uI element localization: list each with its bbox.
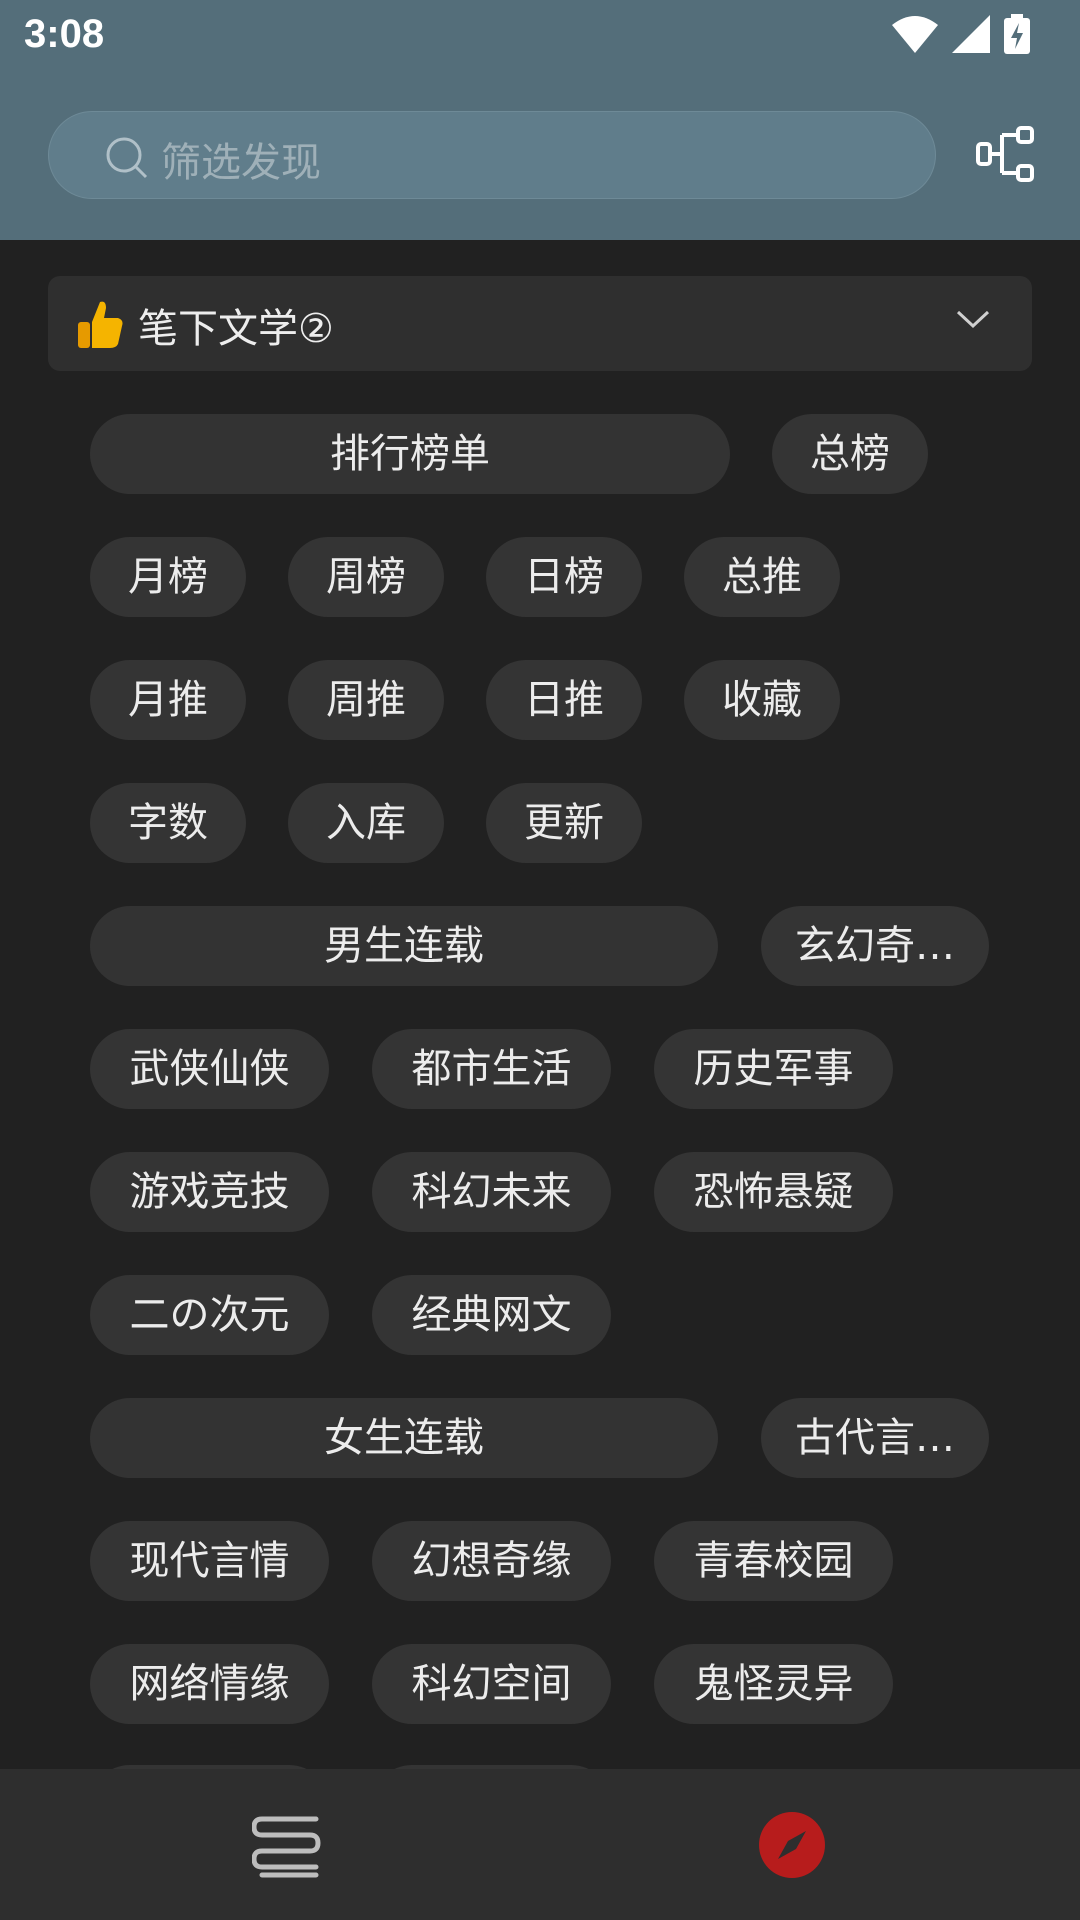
chip[interactable]: 玄幻奇… <box>761 906 989 986</box>
chip[interactable]: 总榜 <box>772 414 928 494</box>
chip[interactable]: 青春校园 <box>654 1521 893 1601</box>
chip[interactable]: 鬼怪灵异 <box>654 1644 893 1724</box>
source-title: 笔下文学② <box>138 306 334 352</box>
chip[interactable]: 恐怖悬疑 <box>654 1152 893 1232</box>
chip[interactable]: 总推 <box>684 537 840 617</box>
chip[interactable]: 日推 <box>486 660 642 740</box>
chip[interactable]: 历史军事 <box>654 1029 893 1109</box>
chip[interactable]: 二の次元 <box>90 1275 329 1355</box>
compass-icon[interactable] <box>758 1811 826 1879</box>
chip[interactable]: 周推 <box>288 660 444 740</box>
chip[interactable]: 网络情缘 <box>90 1644 329 1724</box>
chip[interactable]: 入库 <box>288 783 444 863</box>
chip[interactable]: 武侠仙侠 <box>90 1029 329 1109</box>
chevron-down-icon <box>956 310 990 329</box>
chip[interactable]: 月推 <box>90 660 246 740</box>
bookshelf-icon[interactable] <box>252 1813 322 1879</box>
chip[interactable]: 都市生活 <box>372 1029 611 1109</box>
chip[interactable]: 月榜 <box>90 537 246 617</box>
group-title-male: 男生连载 <box>90 906 718 986</box>
thumbs-up-icon <box>78 301 123 348</box>
chip[interactable]: 收藏 <box>684 660 840 740</box>
chip[interactable]: 经典网文 <box>372 1275 611 1355</box>
group-title-rank: 排行榜单 <box>90 414 730 494</box>
chip[interactable]: 科幻空间 <box>372 1644 611 1724</box>
chip[interactable]: 现代言情 <box>90 1521 329 1601</box>
chip[interactable]: 日榜 <box>486 537 642 617</box>
chip[interactable]: 更新 <box>486 783 642 863</box>
source-selector[interactable]: 笔下文学② <box>48 276 1032 371</box>
group-title-female: 女生连载 <box>90 1398 718 1478</box>
discover-content: 笔下文学② 排行榜单 总榜 月榜 周榜 日榜 总推 月推 周推 日推 收藏 字数… <box>0 0 1080 1769</box>
bottom-navigation <box>0 1769 1080 1920</box>
chip[interactable]: 古代言… <box>761 1398 989 1478</box>
chip[interactable]: 周榜 <box>288 537 444 617</box>
chip[interactable]: 字数 <box>90 783 246 863</box>
chip[interactable]: 科幻未来 <box>372 1152 611 1232</box>
chip[interactable]: 幻想奇缘 <box>372 1521 611 1601</box>
chip[interactable]: 游戏竞技 <box>90 1152 329 1232</box>
